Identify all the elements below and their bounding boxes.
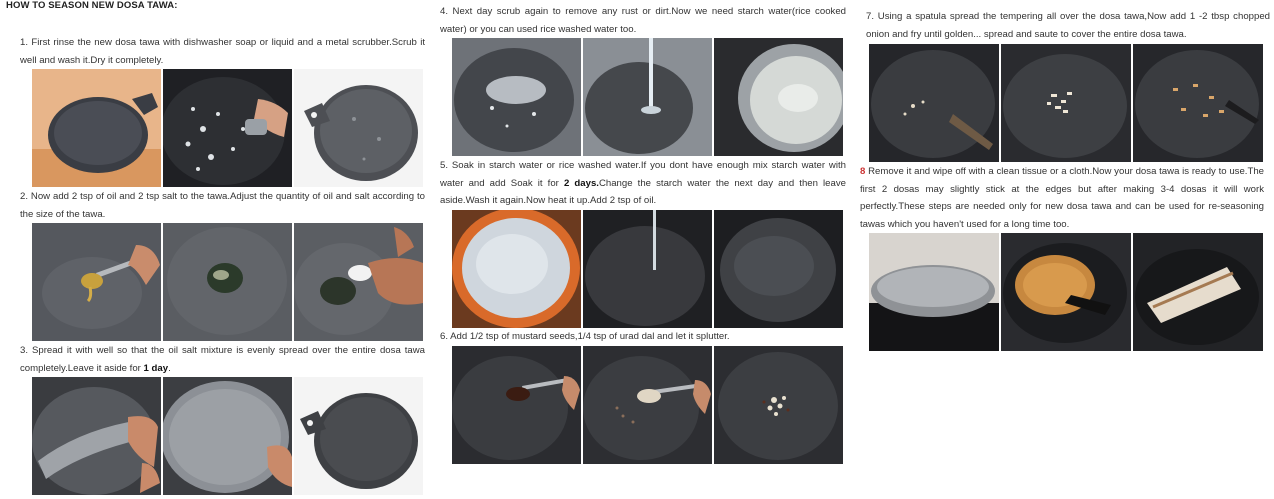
step-8-photos [869, 233, 1263, 351]
tawa-on-counter-photo [32, 69, 161, 187]
salt-covered-tawa-photo [163, 377, 292, 495]
step-3-photos [32, 377, 423, 495]
step-8-text: 8 Remove it and wipe off with a clean ti… [860, 163, 1264, 233]
step-6-photos [452, 346, 843, 464]
step-4-text: 4. Next day scrub again to remove any ru… [440, 6, 846, 35]
step-1-text: 1. First rinse the new dosa tawa with di… [20, 37, 425, 66]
tempering-photo [869, 44, 999, 162]
step-3-bold: 1 day [143, 362, 169, 374]
step-8-text-body: Remove it and wipe off with a clean tiss… [860, 166, 1264, 230]
rested-tawa-photo [294, 377, 423, 495]
adding-salt-photo [294, 223, 423, 341]
starch-water-photo [714, 38, 843, 156]
spreading-salt-photo [32, 377, 161, 495]
mustard-seeds-photo [452, 346, 581, 464]
step-2-photos [32, 223, 423, 341]
onion-frying-photo [1001, 44, 1131, 162]
oiled-tawa-photo [714, 210, 843, 328]
scrubbing-tawa-photo [163, 69, 292, 187]
step-6-text: 6. Add 1/2 tsp of mustard seeds,1/4 tsp … [440, 331, 730, 342]
step-2-text: 2. Now add 2 tsp of oil and 2 tsp salt t… [20, 191, 425, 220]
heating-tawa-photo [583, 210, 712, 328]
page-title: HOW TO SEASON NEW DOSA TAWA: [6, 0, 178, 11]
step-1-photos [32, 69, 423, 187]
clean-tawa-photo [294, 69, 423, 187]
rinsing-tawa-photo [583, 38, 712, 156]
step-5-bold: 2 days. [563, 177, 599, 189]
step-5-photos [452, 210, 843, 328]
urad-dal-photo [583, 346, 712, 464]
step-7-text: 7. Using a spatula spread the tempering … [866, 11, 1270, 40]
golden-onion-photo [1133, 44, 1263, 162]
spluttering-photo [714, 346, 843, 464]
step-4-photos [452, 38, 843, 156]
step-3-text: 3. Spread it with well so that the oil s… [20, 342, 425, 377]
clean-dosa-tawa-photo [869, 233, 999, 351]
step-7-photos [869, 44, 1263, 162]
step-3-text-end: . [168, 362, 171, 374]
oil-spoon-photo [32, 223, 161, 341]
first-dosa-photo [1001, 233, 1131, 351]
scrubbed-tawa-photo [452, 38, 581, 156]
soaking-tawa-photo [452, 210, 581, 328]
rolled-dosa-photo [1133, 233, 1263, 351]
step-5-text: 5. Soak in starch water or rice washed w… [440, 157, 846, 210]
step-3-text-start: 3. Spread it with well so that the oil s… [20, 345, 425, 374]
oil-puddle-photo [163, 223, 292, 341]
